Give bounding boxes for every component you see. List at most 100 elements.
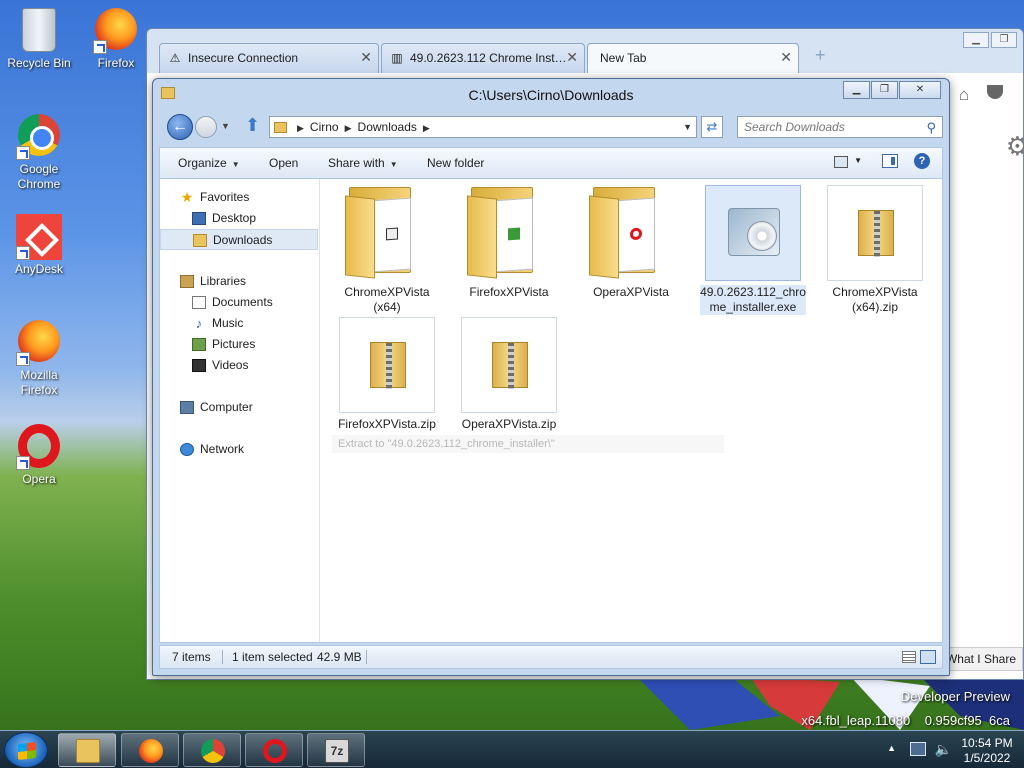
file-name: ChromeXPVista (x64).zip — [832, 285, 918, 314]
desktop-icon-mozilla-firefox[interactable]: Mozilla Firefox — [1, 320, 77, 398]
star-icon: ★ — [180, 189, 194, 205]
desktop-icon-recycle-bin[interactable]: Recycle Bin — [1, 8, 77, 71]
nav-item-pictures[interactable]: Pictures — [160, 334, 318, 355]
home-icon[interactable]: ⌂ — [959, 85, 969, 105]
folder-icon — [339, 185, 435, 281]
gear-icon[interactable]: ⚙ — [1006, 131, 1024, 162]
search-icon[interactable]: ⚲ — [926, 118, 936, 138]
clock-date: 1/5/2022 — [963, 751, 1011, 765]
breadcrumb-item[interactable]: Downloads — [358, 120, 417, 134]
chrome-icon — [201, 739, 225, 763]
libraries-icon — [180, 275, 194, 288]
chevron-right-icon[interactable]: ▶ — [297, 118, 304, 138]
desktop-icon-opera[interactable]: Opera — [1, 424, 77, 487]
chevron-right-icon[interactable]: ▶ — [345, 118, 352, 138]
nav-item-favorites[interactable]: ★ Favorites — [160, 187, 318, 208]
preview-pane-icon[interactable] — [882, 154, 898, 168]
close-tab-icon[interactable]: ✕ — [360, 49, 372, 66]
documents-icon — [192, 296, 206, 309]
desktop-icon-anydesk[interactable]: AnyDesk — [1, 214, 77, 277]
taskbar-chrome[interactable] — [183, 733, 241, 767]
new-folder-button[interactable]: New folder — [427, 156, 484, 170]
open-button[interactable]: Open — [269, 156, 298, 170]
file-item-firefoxxpvista-folder[interactable]: FirefoxXPVista — [456, 185, 562, 300]
chevron-down-icon[interactable]: ▼ — [683, 117, 692, 137]
up-arrow-icon[interactable]: ⬆ — [245, 115, 260, 136]
file-item-operaxpvista-folder[interactable]: OperaXPVista — [578, 185, 684, 300]
close-icon[interactable]: ✕ — [899, 81, 941, 99]
chevron-right-icon[interactable]: ▶ — [423, 118, 430, 138]
opera-icon — [16, 424, 62, 470]
organize-button[interactable]: Organize ▼ — [178, 156, 240, 170]
nav-label: Downloads — [213, 233, 273, 247]
nav-label: Desktop — [212, 211, 257, 225]
close-tab-icon[interactable]: ✕ — [566, 49, 578, 66]
taskbar: 7z ▲ 🔈 10:54 PM 1/5/2022 — [0, 730, 1024, 768]
help-icon[interactable]: ? — [914, 153, 930, 169]
selection-count: 1 item selected — [232, 650, 313, 664]
explorer-window[interactable]: C:\Users\Cirno\Downloads ▁ ❐ ✕ ← ▼ ⬆ ▶ Ci… — [152, 78, 950, 676]
explorer-titlebar[interactable]: C:\Users\Cirno\Downloads ▁ ❐ ✕ — [153, 79, 949, 109]
pictures-icon — [192, 338, 206, 351]
desktop-icon-google-chrome[interactable]: Google Chrome — [1, 114, 77, 192]
share-with-button[interactable]: Share with ▼ — [328, 156, 398, 170]
nav-item-videos[interactable]: Videos — [160, 355, 318, 376]
close-tab-icon[interactable]: ✕ — [780, 49, 792, 66]
taskbar-explorer[interactable] — [58, 733, 116, 767]
chevron-down-icon[interactable]: ▼ — [854, 156, 862, 165]
tab-chrome-installer[interactable]: ▥ 49.0.2623.112 Chrome Inst… ✕ — [381, 43, 585, 73]
tab-new-tab[interactable]: New Tab ✕ — [587, 43, 799, 73]
tab-insecure-connection[interactable]: ⚠ Insecure Connection ✕ — [159, 43, 379, 73]
network-icon — [180, 443, 194, 456]
start-button[interactable] — [4, 732, 48, 768]
file-item-chrome-installer-exe[interactable]: 49.0.2623.112_chrome_installer.exe — [700, 185, 806, 315]
wallpaper-part: x64.fbl_leap.11080 — [801, 713, 911, 728]
file-item-firefoxxpvista-zip[interactable]: FirefoxXPVista.zip — [334, 317, 440, 432]
nav-item-desktop[interactable]: Desktop — [160, 208, 318, 229]
refresh-icon[interactable]: ⇄ — [701, 116, 723, 138]
desktop-icon-firefox[interactable]: Firefox — [78, 8, 154, 71]
file-item-chromexpvista-x64-zip[interactable]: ChromeXPVista (x64).zip — [822, 185, 928, 315]
minimize-icon[interactable]: ▁ — [843, 81, 870, 99]
nav-item-network[interactable]: Network — [160, 439, 318, 460]
computer-icon — [180, 401, 194, 414]
nav-item-documents[interactable]: Documents — [160, 292, 318, 313]
recent-pages-dropdown-icon[interactable]: ▼ — [221, 121, 230, 131]
change-view-icon[interactable] — [834, 156, 848, 168]
firefox-icon — [93, 8, 139, 54]
search-input[interactable]: Search Downloads ⚲ — [737, 116, 943, 138]
organize-label: Organize — [178, 156, 227, 170]
forward-arrow-icon[interactable] — [195, 116, 217, 138]
nav-item-libraries[interactable]: Libraries — [160, 271, 318, 292]
nav-label: Pictures — [212, 337, 256, 351]
nav-item-music[interactable]: ♪ Music — [160, 313, 318, 334]
volume-icon[interactable]: 🔈 — [935, 741, 952, 758]
taskbar-opera[interactable] — [245, 733, 303, 767]
file-list[interactable]: ChromeXPVista (x64) FirefoxXPVista Opera… — [320, 179, 942, 642]
zip-archive-icon — [827, 185, 923, 281]
desktop-icon-label: Google Chrome — [17, 162, 61, 191]
back-arrow-icon[interactable]: ← — [167, 114, 193, 140]
taskbar-7zip[interactable]: 7z — [307, 733, 365, 767]
nav-item-computer[interactable]: Computer — [160, 397, 318, 418]
file-item-chromexpvista-x64-folder[interactable]: ChromeXPVista (x64) — [334, 185, 440, 315]
browser-tabstrip: ⚠ Insecure Connection ✕ ▥ 49.0.2623.112 … — [151, 43, 1023, 73]
file-name: ChromeXPVista (x64) — [344, 285, 430, 314]
details-view-icon[interactable] — [902, 651, 916, 663]
address-bar[interactable]: ▶ Cirno ▶ Downloads ▶ ▼ — [269, 116, 697, 138]
file-item-operaxpvista-zip[interactable]: OperaXPVista.zip — [456, 317, 562, 432]
nav-label: Favorites — [200, 190, 250, 204]
new-tab-plus-icon[interactable]: + — [815, 45, 826, 66]
address-row: ← ▼ ⬆ ▶ Cirno ▶ Downloads ▶ ▼ ⇄ Search Downl… — [163, 113, 943, 141]
breadcrumb-item[interactable]: Cirno — [310, 120, 339, 134]
large-icons-view-icon[interactable] — [920, 650, 936, 664]
clock[interactable]: 10:54 PM 1/5/2022 — [958, 736, 1016, 766]
nav-item-downloads[interactable]: Downloads — [160, 229, 318, 250]
show-hidden-icons-icon[interactable]: ▲ — [887, 743, 896, 753]
shortcut-arrow-icon — [16, 146, 30, 160]
network-status-icon[interactable] — [910, 742, 926, 756]
maximize-icon[interactable]: ❐ — [871, 81, 898, 99]
what-i-share-button[interactable]: What I Share — [938, 647, 1023, 671]
taskbar-firefox[interactable] — [121, 733, 179, 767]
folder-icon — [461, 185, 557, 281]
